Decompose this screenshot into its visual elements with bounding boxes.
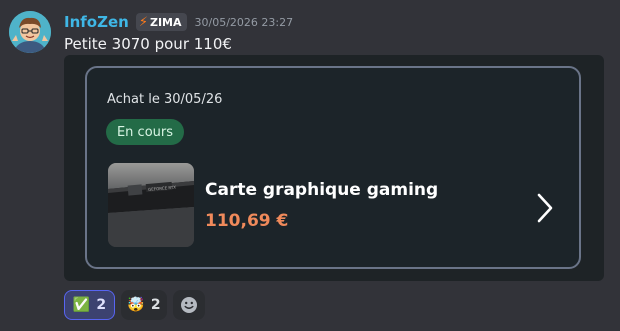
purchase-card[interactable]: Achat le 30/05/26 En cours GEFORCE RTX C… [85,66,581,269]
reactions-bar: ✅ 2 🤯 2 [64,290,205,320]
product-image: GEFORCE RTX [108,163,194,247]
avatar[interactable] [9,11,51,53]
lightning-bolt-icon: ⚡ [138,14,148,30]
check-mark-emoji-icon: ✅ [72,297,91,313]
chevron-right-icon[interactable] [536,192,554,224]
server-tag-label: ZIMA [149,15,182,29]
add-reaction-button[interactable] [173,290,205,320]
mind-blown-emoji-icon: 🤯 [127,297,145,313]
message-text: Petite 3070 pour 110€ [64,35,232,53]
purchase-date: Achat le 30/05/26 [107,92,223,107]
product-name: Carte graphique gaming [205,180,439,200]
reaction-mind-blown[interactable]: 🤯 2 [121,290,167,320]
message-header: InfoZen ⚡ ZIMA 30/05/2026 23:27 [64,12,293,32]
timestamp: 30/05/2026 23:27 [194,15,294,29]
status-badge: En cours [106,119,184,145]
add-reaction-icon [181,297,197,313]
avatar-image [9,11,51,53]
product-price: 110,69 € [205,211,289,231]
embed: Achat le 30/05/26 En cours GEFORCE RTX C… [64,55,604,281]
username[interactable]: InfoZen [64,13,129,31]
product-thumbnail[interactable]: GEFORCE RTX [108,163,194,247]
server-tag[interactable]: ⚡ ZIMA [135,13,187,31]
reaction-count: 2 [150,297,161,313]
reaction-check[interactable]: ✅ 2 [64,290,115,320]
reaction-count: 2 [96,297,107,313]
